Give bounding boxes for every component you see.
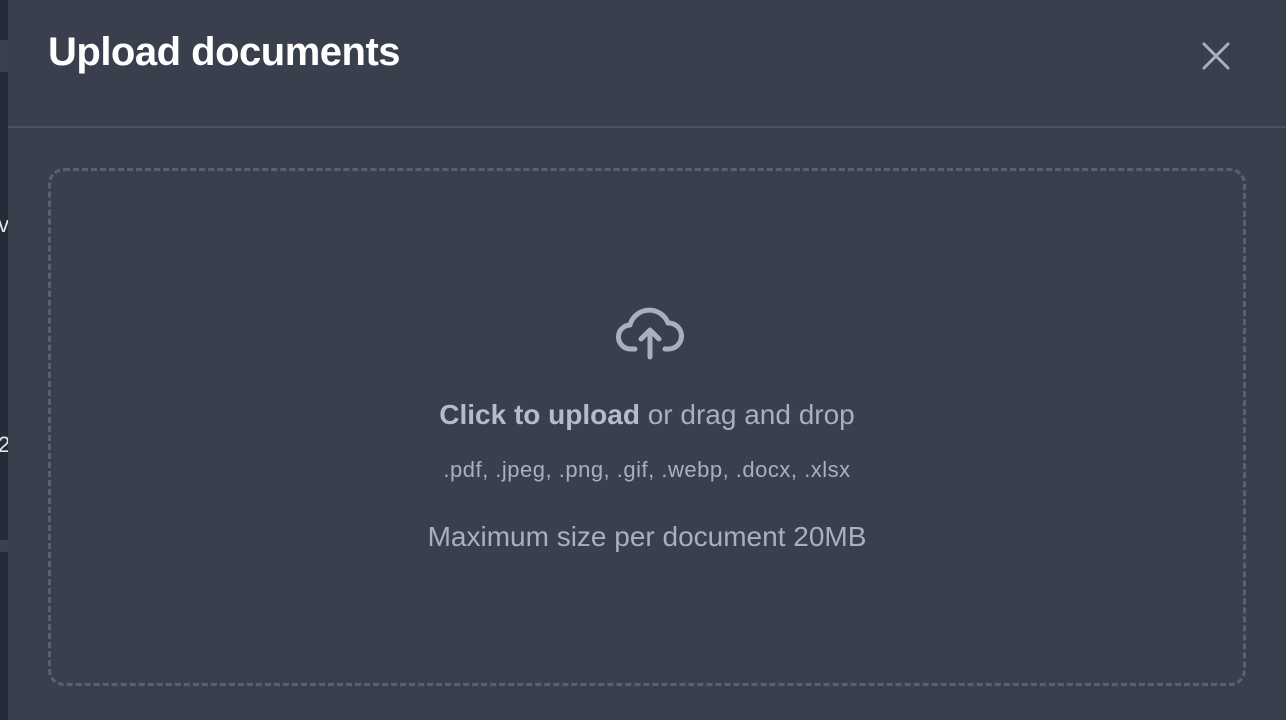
background-bar	[0, 40, 8, 72]
upload-dropzone[interactable]: Click to upload or drag and drop .pdf, .…	[48, 168, 1246, 686]
close-icon	[1202, 42, 1230, 70]
max-size-note: Maximum size per document 20MB	[427, 521, 867, 552]
cloud-upload-icon	[616, 307, 684, 360]
upload-documents-modal: Upload documents Click to upload or drag…	[8, 0, 1286, 720]
background-bar	[0, 540, 8, 552]
upload-instruction: Click to upload or drag and drop	[51, 399, 1243, 431]
close-button[interactable]	[1194, 34, 1238, 78]
drag-and-drop-text: or drag and drop	[639, 399, 855, 430]
background-page	[0, 0, 8, 720]
click-to-upload-link[interactable]: Click to upload	[439, 399, 640, 430]
accepted-formats: .pdf, .jpeg, .png, .gif, .webp, .docx, .…	[443, 457, 851, 482]
modal-title: Upload documents	[48, 30, 401, 74]
modal-header: Upload documents	[8, 0, 1286, 128]
